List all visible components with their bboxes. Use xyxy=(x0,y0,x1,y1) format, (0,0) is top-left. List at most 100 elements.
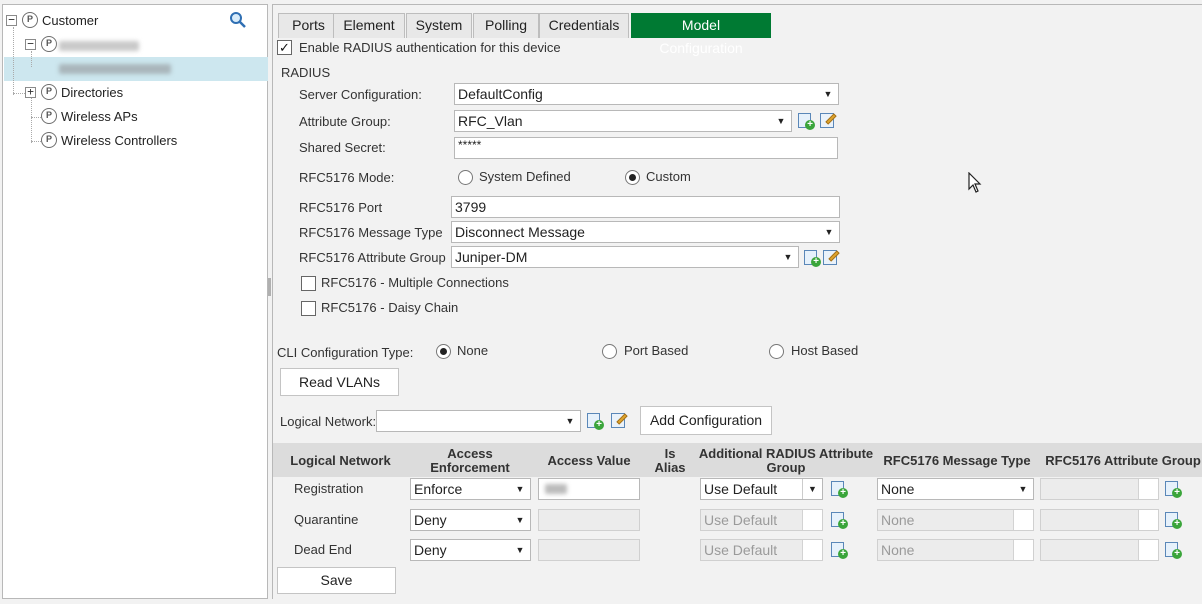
rfc-mode-custom-radio[interactable] xyxy=(625,170,640,185)
cli-none-radio[interactable] xyxy=(436,344,451,359)
radius-group-select[interactable]: Use Default xyxy=(700,509,823,531)
tree-item-directories[interactable]: Directories xyxy=(61,82,123,104)
add-icon[interactable]: + xyxy=(586,412,604,430)
search-icon[interactable] xyxy=(229,11,247,29)
chevron-down-icon[interactable]: ▼ xyxy=(818,84,838,104)
rfc-msg-type-label: RFC5176 Message Type xyxy=(299,225,443,240)
add-icon[interactable]: + xyxy=(1164,541,1182,559)
add-icon[interactable]: + xyxy=(1164,511,1182,529)
add-icon[interactable]: + xyxy=(830,541,848,559)
row-registration-label: Registration xyxy=(294,481,364,496)
enforcement-select[interactable]: Deny ▼ xyxy=(410,509,531,531)
multiple-connections-checkbox[interactable] xyxy=(301,276,316,291)
tree-item-wireless-controllers[interactable]: Wireless Controllers xyxy=(61,130,177,152)
add-icon[interactable]: + xyxy=(1164,480,1182,498)
dropdown-cap[interactable] xyxy=(1013,510,1033,530)
radius-group-select[interactable]: Use Default ▼ xyxy=(700,478,823,500)
edit-icon[interactable] xyxy=(610,412,628,430)
shared-secret-input[interactable]: ***** xyxy=(454,137,838,159)
radius-group-value: Use Default xyxy=(704,542,778,558)
logical-network-select[interactable]: ▼ xyxy=(376,410,581,432)
rfc-mode-system-label: System Defined xyxy=(479,169,571,184)
chevron-down-icon[interactable]: ▼ xyxy=(802,479,822,499)
shared-secret-label: Shared Secret: xyxy=(299,140,386,155)
col-additional-radius: Additional RADIUS Attribute Group xyxy=(698,446,874,475)
access-value-input[interactable] xyxy=(538,478,640,500)
tab-element[interactable]: Element xyxy=(333,13,405,38)
rfc-attr-group-row-select[interactable] xyxy=(1040,509,1159,531)
server-config-label: Server Configuration: xyxy=(299,87,422,102)
chevron-down-icon[interactable]: ▼ xyxy=(778,247,798,267)
save-button[interactable]: Save xyxy=(277,567,396,594)
edit-icon[interactable] xyxy=(819,112,837,130)
tree-item-wireless-aps[interactable]: Wireless APs xyxy=(61,106,138,128)
read-vlans-button[interactable]: Read VLANs xyxy=(280,368,399,396)
redacted-label[interactable] xyxy=(59,41,139,51)
server-config-value: DefaultConfig xyxy=(458,86,543,102)
server-config-select[interactable]: DefaultConfig ▼ xyxy=(454,83,839,105)
rfc-msg-type-row-select[interactable]: None xyxy=(877,509,1034,531)
rfc-msg-type-row-select[interactable]: None xyxy=(877,539,1034,561)
panel-splitter[interactable] xyxy=(268,278,271,296)
tab-credentials[interactable]: Credentials xyxy=(539,13,629,38)
radius-group-select[interactable]: Use Default xyxy=(700,539,823,561)
dropdown-cap[interactable] xyxy=(1138,479,1158,499)
redacted-label[interactable] xyxy=(59,64,171,74)
dropdown-cap[interactable] xyxy=(802,510,822,530)
add-icon[interactable]: + xyxy=(830,480,848,498)
multiple-connections-label: RFC5176 - Multiple Connections xyxy=(321,275,509,290)
add-icon[interactable]: + xyxy=(803,249,821,267)
rfc-attr-group-select[interactable]: Juniper-DM ▼ xyxy=(451,246,799,268)
tab-system[interactable]: System xyxy=(406,13,472,38)
chevron-down-icon[interactable]: ▼ xyxy=(510,510,530,530)
radius-section-title: RADIUS xyxy=(281,65,331,80)
chevron-down-icon[interactable]: ▼ xyxy=(560,411,580,431)
cli-host-label: Host Based xyxy=(791,343,859,358)
row-quarantine-label: Quarantine xyxy=(294,512,359,527)
chevron-down-icon[interactable]: ▼ xyxy=(510,479,530,499)
attr-group-select[interactable]: RFC_Vlan ▼ xyxy=(454,110,792,132)
cli-host-radio[interactable] xyxy=(769,344,784,359)
chevron-down-icon[interactable]: ▼ xyxy=(510,540,530,560)
rfc-attr-group-row-select[interactable] xyxy=(1040,539,1159,561)
chevron-down-icon[interactable]: ▼ xyxy=(819,222,839,242)
tab-ports[interactable]: Ports xyxy=(278,13,339,38)
rfc-msg-type-row-select[interactable]: None ▼ xyxy=(877,478,1034,500)
dropdown-cap[interactable] xyxy=(1138,510,1158,530)
mouse-cursor-icon xyxy=(968,171,982,197)
rfc-msg-type-select[interactable]: Disconnect Message ▼ xyxy=(451,221,840,243)
attr-group-label: Attribute Group: xyxy=(299,114,391,129)
chevron-down-icon[interactable]: ▼ xyxy=(1013,479,1033,499)
rfc-mode-custom-label: Custom xyxy=(646,169,691,184)
add-configuration-button[interactable]: Add Configuration xyxy=(640,406,772,435)
col-access-enforcement: Access Enforcement xyxy=(430,446,510,475)
rfc-msg-type-row-value: None xyxy=(881,512,915,528)
cli-port-radio[interactable] xyxy=(602,344,617,359)
expand-icon[interactable]: + xyxy=(25,86,36,98)
rfc-mode-label: RFC5176 Mode: xyxy=(299,170,395,185)
dropdown-cap[interactable] xyxy=(1013,540,1033,560)
tree-item-customer[interactable]: Customer xyxy=(42,10,98,32)
add-icon[interactable]: + xyxy=(797,112,815,130)
chevron-down-icon[interactable]: ▼ xyxy=(771,111,791,131)
enforcement-select[interactable]: Enforce ▼ xyxy=(410,478,531,500)
navigation-tree: − P Customer − P + P Directories P Wirel… xyxy=(2,4,268,599)
dropdown-cap[interactable] xyxy=(802,540,822,560)
daisy-chain-checkbox[interactable] xyxy=(301,301,316,316)
policy-icon: P xyxy=(41,36,57,52)
tab-model-configuration[interactable]: Model Configuration xyxy=(631,13,771,56)
edit-icon[interactable] xyxy=(822,249,840,267)
enforcement-value: Deny xyxy=(414,512,447,528)
collapse-icon[interactable]: − xyxy=(6,14,17,26)
access-value-input[interactable] xyxy=(538,509,640,531)
access-value-input[interactable] xyxy=(538,539,640,561)
enforcement-select[interactable]: Deny ▼ xyxy=(410,539,531,561)
rfc-port-input[interactable]: 3799 xyxy=(451,196,840,218)
rfc-mode-system-radio[interactable] xyxy=(458,170,473,185)
tab-polling[interactable]: Polling xyxy=(473,13,539,38)
enable-radius-checkbox[interactable]: ✓ xyxy=(277,40,292,55)
rfc-attr-group-row-select[interactable] xyxy=(1040,478,1159,500)
dropdown-cap[interactable] xyxy=(1138,540,1158,560)
add-icon[interactable]: + xyxy=(830,511,848,529)
collapse-icon[interactable]: − xyxy=(25,38,36,50)
